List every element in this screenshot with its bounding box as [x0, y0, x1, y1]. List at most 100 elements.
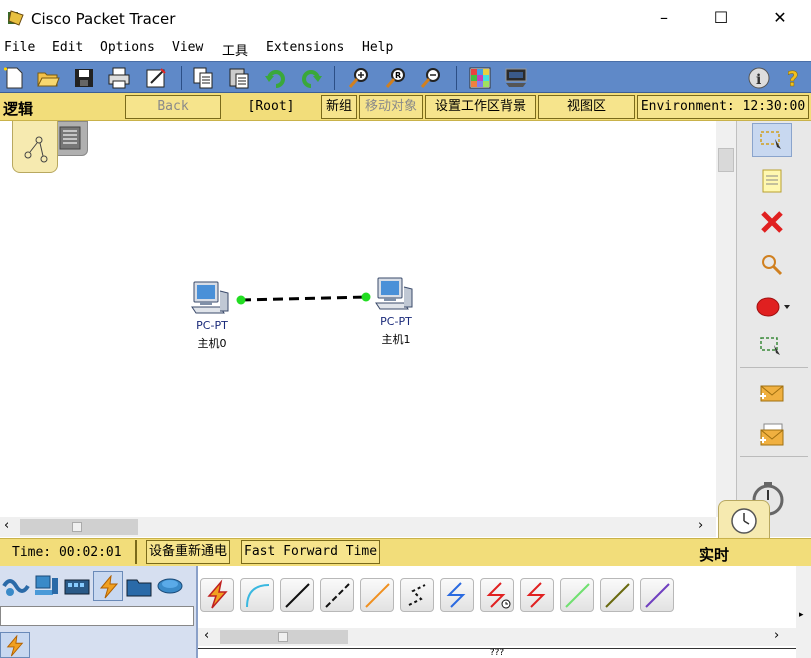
add-simple-pdu-tool[interactable] — [752, 376, 792, 410]
select-tool[interactable] — [752, 123, 792, 157]
copper-cross-over-cable[interactable] — [320, 578, 354, 612]
svg-text:R: R — [395, 71, 401, 80]
scroll-grip — [278, 632, 288, 642]
horizontal-scroll-thumb[interactable] — [20, 519, 138, 535]
maximize-button[interactable]: ☐ — [703, 4, 739, 32]
minimize-button[interactable]: – — [646, 4, 682, 32]
menu-extensions[interactable]: Extensions — [266, 40, 344, 55]
delete-tool[interactable] — [752, 205, 792, 239]
octal-icon — [565, 583, 590, 608]
resize-shape-tool[interactable] — [752, 330, 792, 364]
open-folder-icon[interactable] — [35, 65, 61, 91]
pc-node-1[interactable]: PC-PT 主机1 — [370, 277, 422, 349]
inspect-tool[interactable] — [752, 248, 792, 282]
toolbar-separator — [334, 66, 335, 90]
serial-dce-cable[interactable] — [480, 578, 514, 612]
serial-dte-icon — [526, 582, 546, 608]
realtime-mode-tab[interactable] — [718, 500, 770, 540]
undo-icon[interactable] — [263, 65, 289, 91]
paste-icon[interactable] — [226, 65, 252, 91]
logical-workspace-canvas[interactable]: PC-PT 主机0 PC-PT 主机1 — [0, 121, 716, 517]
svg-text:?: ? — [787, 67, 799, 91]
custom-device-icon[interactable] — [503, 65, 529, 91]
add-complex-pdu-tool[interactable] — [752, 418, 792, 452]
coaxial-icon — [446, 582, 466, 608]
save-icon[interactable] — [71, 65, 97, 91]
device-name-field[interactable] — [0, 606, 194, 626]
activity-wizard-icon[interactable] — [143, 65, 169, 91]
vertical-scroll-thumb[interactable] — [718, 148, 734, 172]
info-icon[interactable]: i — [746, 65, 772, 91]
new-file-icon[interactable] — [1, 65, 27, 91]
iot-custom-cable[interactable] — [600, 578, 634, 612]
fiber-cable[interactable] — [360, 578, 394, 612]
scroll-right-icon[interactable]: › — [698, 518, 703, 533]
serial-dte-cable[interactable] — [520, 578, 554, 612]
palette-icon[interactable] — [467, 65, 493, 91]
iot-cable-icon — [605, 583, 630, 608]
end-devices-icon[interactable] — [32, 572, 60, 600]
move-object-button[interactable]: 移动对象 — [359, 95, 423, 119]
scroll-right-icon[interactable]: › — [774, 628, 779, 643]
components-icon[interactable] — [63, 572, 91, 600]
note-tool[interactable] — [752, 164, 792, 198]
connections-category-button[interactable] — [93, 571, 123, 601]
menu-tools[interactable]: 工具 — [222, 40, 248, 59]
auto-connection-cable[interactable] — [200, 578, 234, 612]
phone-cable[interactable] — [400, 578, 434, 612]
menu-options[interactable]: Options — [100, 40, 155, 55]
octal-cable[interactable] — [560, 578, 594, 612]
miscellaneous-icon[interactable] — [125, 572, 153, 600]
coaxial-cable[interactable] — [440, 578, 474, 612]
cable-scroll-thumb[interactable] — [220, 630, 348, 644]
title-bar: Cisco Packet Tracer – ☐ ✕ — [0, 0, 811, 37]
scroll-left-icon[interactable]: ‹ — [204, 628, 209, 643]
root-path: [Root] — [247, 99, 295, 114]
pc-node-0[interactable]: PC-PT 主机0 — [186, 281, 238, 353]
lightning-icon — [6, 635, 24, 657]
copy-icon[interactable] — [190, 65, 216, 91]
help-icon[interactable]: ? — [781, 65, 807, 91]
menu-edit[interactable]: Edit — [52, 40, 83, 55]
power-cycle-button[interactable]: 设备重新通电 — [146, 540, 231, 564]
new-cluster-button[interactable]: 新组 — [321, 95, 357, 119]
scroll-left-icon[interactable]: ‹ — [4, 518, 9, 533]
multiuser-icon[interactable] — [156, 572, 184, 600]
console-cable-icon — [246, 584, 270, 608]
zoom-in-icon[interactable] — [346, 65, 372, 91]
draw-shape-tool[interactable] — [752, 290, 792, 324]
vertical-scrollbar[interactable] — [716, 121, 736, 517]
zoom-reset-icon[interactable]: R — [383, 65, 409, 91]
toolbar-separator — [456, 66, 457, 90]
serial-dce-icon — [486, 582, 511, 609]
set-background-button[interactable]: 设置工作区背景 — [425, 95, 536, 119]
zoom-out-icon[interactable] — [418, 65, 444, 91]
network-devices-icon[interactable] — [2, 572, 30, 600]
redo-icon[interactable] — [298, 65, 324, 91]
bottom-right-scrollbar[interactable]: ▸ — [796, 566, 811, 658]
crossover-cable-link[interactable] — [240, 295, 367, 302]
menu-file[interactable]: File — [4, 40, 35, 55]
simple-pdu-icon — [760, 385, 784, 402]
copper-straight-through-cable[interactable] — [280, 578, 314, 612]
toolbar-separator — [181, 66, 182, 90]
console-cable[interactable] — [240, 578, 274, 612]
packet-tracer-logo-icon — [8, 10, 24, 26]
menu-help[interactable]: Help — [362, 40, 393, 55]
viewport-button[interactable]: 视图区 — [538, 95, 635, 119]
scroll-right-arrow-icon[interactable]: ▸ — [799, 610, 804, 620]
cross-over-icon — [325, 583, 350, 608]
close-button[interactable]: ✕ — [762, 4, 798, 32]
print-icon[interactable] — [106, 65, 132, 91]
realtime-label: 实时 — [699, 546, 730, 564]
straight-through-icon — [285, 583, 310, 608]
fast-forward-button[interactable]: Fast Forward Time — [241, 540, 381, 564]
complex-pdu-icon — [760, 423, 784, 446]
connections-subtype-button[interactable] — [0, 632, 30, 658]
menu-view[interactable]: View — [172, 40, 203, 55]
back-button[interactable]: Back — [125, 95, 221, 119]
environment-button[interactable]: Environment: 12:30:00 — [637, 95, 809, 119]
cable-description: ??? — [198, 648, 796, 658]
time-bar — [0, 538, 811, 566]
usb-cable[interactable] — [640, 578, 674, 612]
